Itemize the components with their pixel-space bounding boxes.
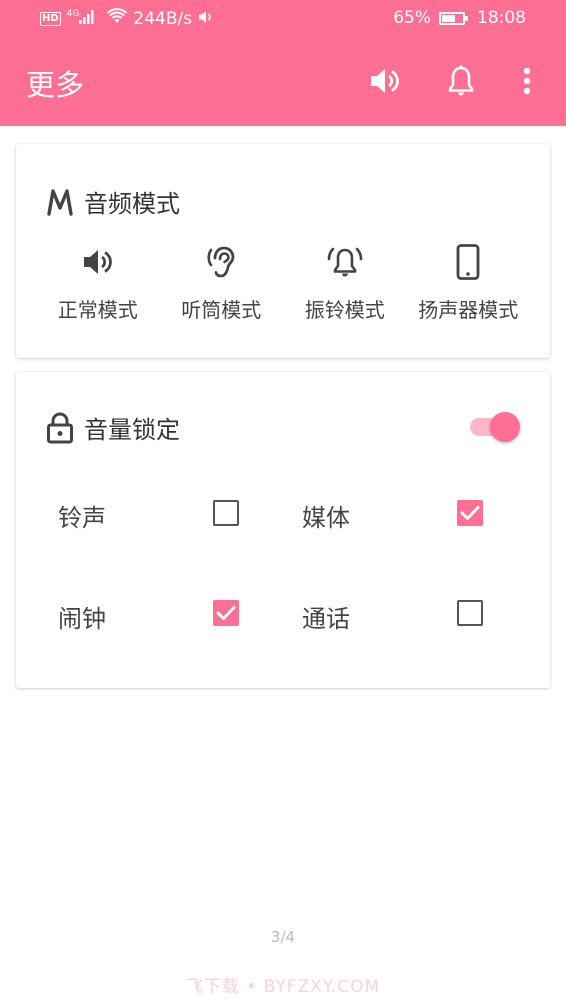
check-icon <box>460 506 480 520</box>
mode-speaker[interactable]: 扬声器模式 <box>408 240 528 323</box>
call-label: 通话 <box>302 605 350 633</box>
bell-icon <box>448 65 474 96</box>
phone-icon <box>456 244 480 280</box>
audio-mode-card: 音频模式 正常模式 听筒模式 振铃模式 扬声器模式 <box>16 144 550 358</box>
hd-badge: HD <box>40 11 61 26</box>
ringtone-label: 铃声 <box>58 504 106 532</box>
network-type: 4G <box>66 8 80 19</box>
alarm-label: 闹钟 <box>58 605 106 633</box>
volume-button[interactable] <box>368 64 402 98</box>
ringtone-checkbox[interactable] <box>213 500 239 526</box>
lock-icon <box>47 412 73 443</box>
clock: 18:08 <box>477 8 526 28</box>
more-button[interactable] <box>510 64 544 98</box>
battery-icon <box>439 11 468 25</box>
more-vert-icon <box>523 67 531 95</box>
call-checkbox[interactable] <box>457 600 483 626</box>
ear-icon <box>207 246 235 278</box>
notification-button[interactable] <box>444 64 478 98</box>
toggle-thumb <box>490 412 520 442</box>
signal-icon <box>79 9 95 29</box>
mode-earpiece[interactable]: 听筒模式 <box>161 240 281 323</box>
volume-icon <box>371 69 399 93</box>
app-bar: 更多 <box>0 40 566 126</box>
mode-earpiece-label: 听筒模式 <box>181 298 262 322</box>
volume-lock-toggle[interactable] <box>468 410 520 442</box>
media-label: 媒体 <box>302 504 350 532</box>
wifi-icon <box>107 8 128 29</box>
network-speed: 244B/s <box>133 8 193 29</box>
mode-normal[interactable]: 正常模式 <box>38 240 158 323</box>
sound-icon <box>198 9 214 29</box>
mode-ring-label: 振铃模式 <box>304 298 385 322</box>
page-title: 更多 <box>26 68 85 102</box>
battery-percent: 65% <box>393 8 431 28</box>
ringing-bell-icon <box>327 247 363 277</box>
volume-lock-card: 音量锁定 铃声 媒体 闹钟 通话 <box>16 372 550 688</box>
alarm-checkbox[interactable] <box>213 600 239 626</box>
m-letter-icon <box>47 188 73 216</box>
mode-normal-label: 正常模式 <box>57 298 138 322</box>
page-indicator: 3/4 <box>270 928 296 946</box>
volume-lock-title: 音量锁定 <box>84 416 180 444</box>
mode-speaker-label: 扬声器模式 <box>418 298 519 322</box>
media-checkbox[interactable] <box>457 500 483 526</box>
watermark: 飞下载 • BYFZXY.COM <box>185 977 381 997</box>
check-icon <box>216 606 236 620</box>
speaker-icon <box>83 250 112 274</box>
mode-ring[interactable]: 振铃模式 <box>285 240 405 323</box>
status-bar: HD 4G 244B/s 65% 18:08 <box>0 0 566 40</box>
audio-mode-title: 音频模式 <box>84 190 180 218</box>
top-bar: HD 4G 244B/s 65% 18:08 更多 <box>0 0 566 126</box>
battery-fill <box>442 14 455 22</box>
